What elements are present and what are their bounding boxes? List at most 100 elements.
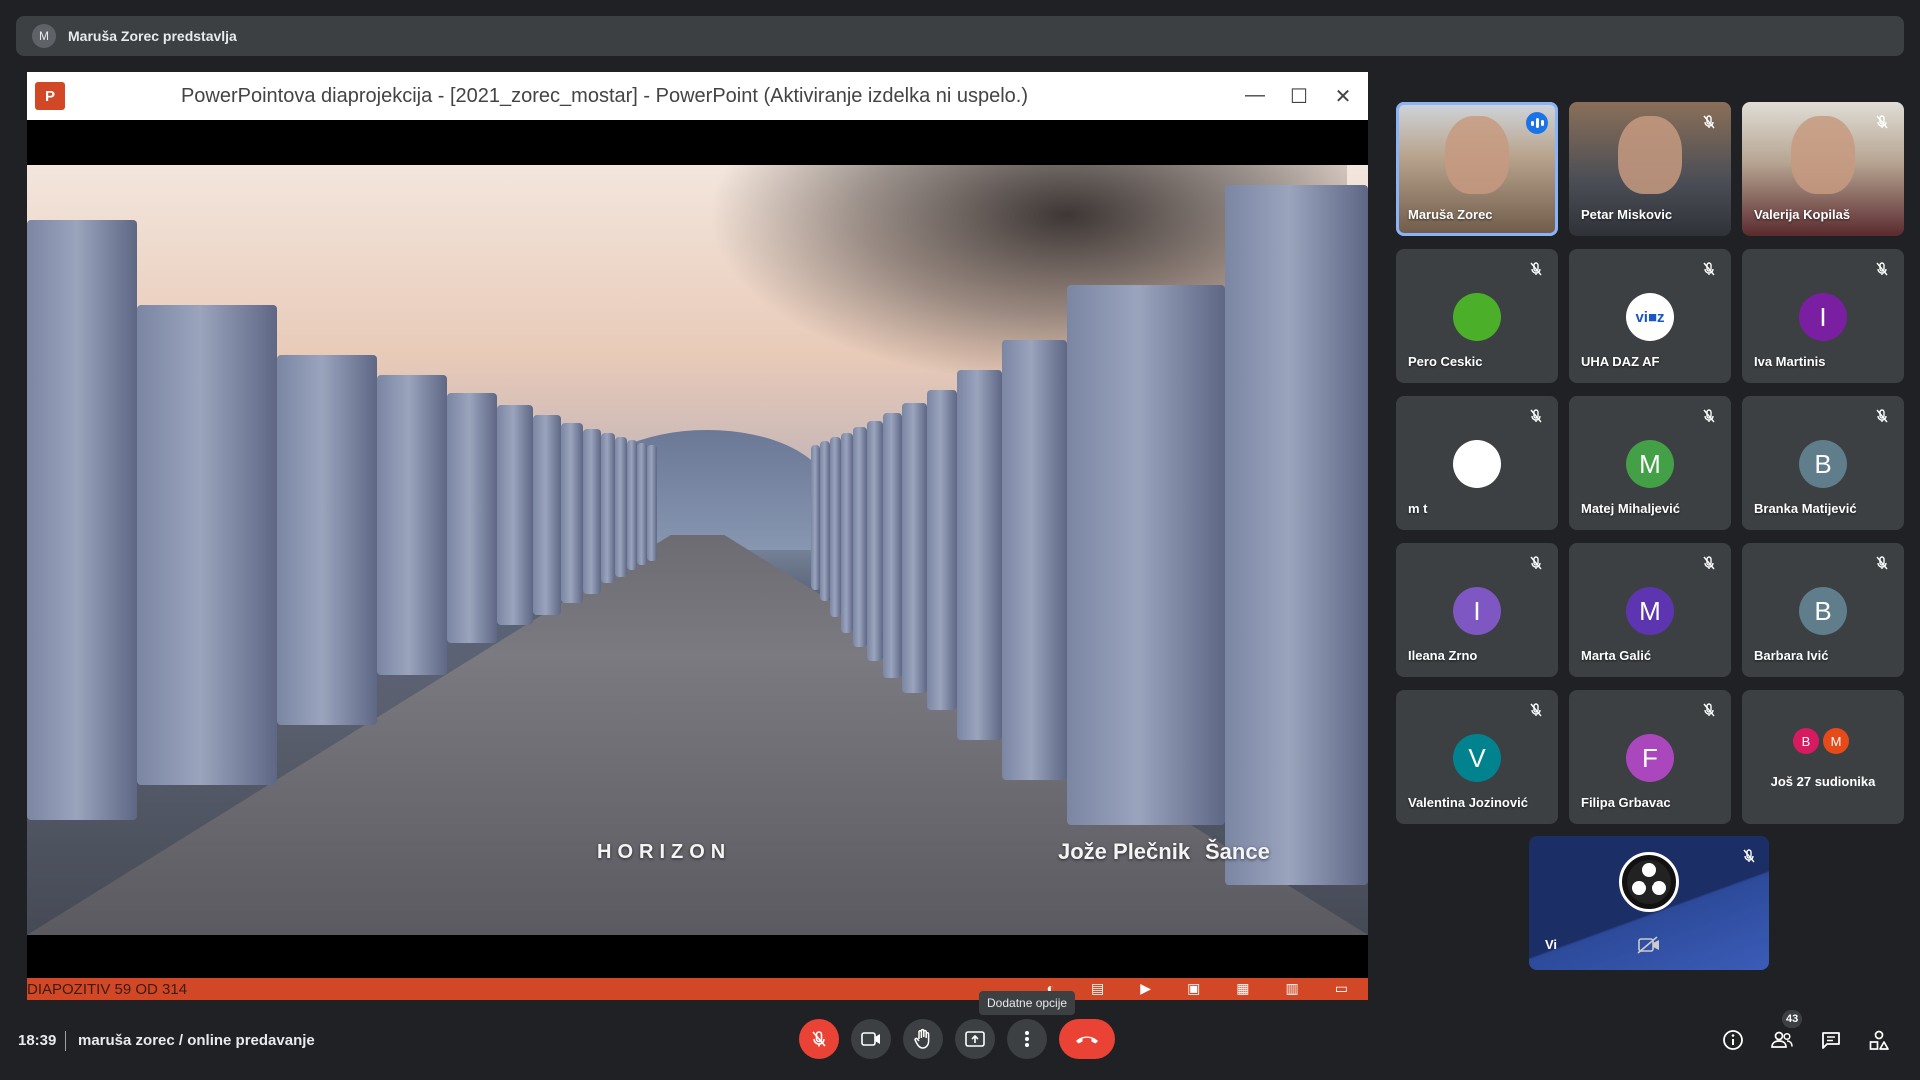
leave-call-button[interactable] — [1059, 1019, 1115, 1059]
mic-off-icon — [1703, 703, 1715, 717]
pillar — [27, 220, 137, 820]
participant-tile[interactable]: B Barbara Ivić — [1742, 543, 1904, 677]
participant-tile[interactable]: I Ileana Zrno — [1396, 543, 1558, 677]
participant-name: Barbara Ivić — [1754, 648, 1829, 663]
speaking-indicator-icon — [1526, 112, 1548, 134]
participant-name: Iva Martinis — [1754, 354, 1826, 369]
pillar — [1225, 185, 1368, 885]
pillar — [811, 445, 820, 590]
avatar: M — [1626, 587, 1674, 635]
participant-tile[interactable]: Petar Miskovic — [1569, 102, 1731, 236]
pillar — [533, 415, 561, 615]
participant-name: Petar Miskovic — [1581, 207, 1673, 222]
more-options-button[interactable] — [1007, 1019, 1047, 1059]
chat-button[interactable] — [1817, 1026, 1845, 1054]
normal-view-icon: ▣ — [1187, 980, 1201, 996]
mic-off-icon — [1876, 556, 1888, 570]
pillar — [853, 427, 867, 647]
participant-video — [1791, 116, 1855, 194]
pillar — [902, 403, 927, 693]
activities-icon — [1869, 1030, 1889, 1050]
pillar — [137, 305, 277, 785]
notes-icon: ▤ — [1091, 980, 1105, 996]
play-icon: ▶ — [1140, 980, 1152, 996]
camera-off-icon — [1637, 936, 1659, 954]
maximize-icon: ☐ — [1290, 85, 1308, 108]
mic-off-icon — [812, 1031, 826, 1047]
shared-screen[interactable]: P PowerPointova diaprojekcija - [2021_zo… — [27, 72, 1368, 1000]
self-view-tile[interactable]: Vi — [1529, 836, 1769, 970]
participant-count-badge: 43 — [1782, 1010, 1803, 1028]
avatar — [1453, 293, 1501, 341]
clock: 18:39 — [18, 1032, 57, 1049]
self-name: Vi — [1545, 937, 1558, 952]
participant-tile[interactable]: M Marta Galić — [1569, 543, 1731, 677]
meeting-details-button[interactable] — [1719, 1026, 1747, 1054]
pillar — [1067, 285, 1225, 825]
meeting-name: maruša zorec / online predavanje — [78, 1032, 315, 1049]
participant-tile[interactable]: V Valentina Jozinović — [1396, 690, 1558, 824]
people-icon — [1771, 1031, 1793, 1048]
present-screen-button[interactable] — [955, 1019, 995, 1059]
slide-sorter-icon: ▦ — [1236, 980, 1250, 996]
participant-video — [1618, 116, 1682, 194]
participant-tile[interactable]: Maruša Zorec — [1396, 102, 1558, 236]
participant-tile[interactable]: B Branka Matijević — [1742, 396, 1904, 530]
camera-toggle-button[interactable] — [851, 1019, 891, 1059]
raise-hand-button[interactable] — [903, 1019, 943, 1059]
participant-video — [1445, 116, 1509, 194]
participant-tile[interactable]: I Iva Martinis — [1742, 249, 1904, 383]
pillar — [830, 437, 841, 617]
pillar — [277, 355, 377, 725]
presenter-avatar: M — [32, 24, 56, 48]
mic-off-icon — [1876, 262, 1888, 276]
mic-off-icon — [1876, 115, 1888, 129]
pillar — [841, 433, 853, 633]
avatar: M — [1823, 728, 1849, 754]
close-icon: ✕ — [1334, 85, 1352, 108]
more-participants-tile[interactable]: B M Još 27 sudionika — [1742, 690, 1904, 824]
participants-button[interactable] — [1768, 1026, 1796, 1054]
mic-off-icon — [1703, 262, 1715, 276]
pillar — [583, 429, 601, 594]
participant-tile[interactable]: m t — [1396, 396, 1558, 530]
participant-name: Valentina Jozinović — [1408, 795, 1528, 810]
more-vert-icon — [1025, 1031, 1029, 1047]
chat-icon — [1822, 1032, 1840, 1049]
participant-name: Matej Mihaljević — [1581, 501, 1680, 516]
minimize-icon: — — [1245, 83, 1265, 106]
pillar — [377, 375, 447, 675]
slideshow-icon: ▭ — [1334, 980, 1348, 996]
avatar — [1453, 440, 1501, 488]
powerpoint-status-bar: DIAPOZITIV 59 OD 314 ◐ ▤ ▶ ▣ ▦ ▥ ▭ — [27, 978, 1368, 1000]
pillar — [561, 423, 583, 603]
mic-off-icon — [1876, 409, 1888, 423]
camera-icon — [861, 1032, 880, 1046]
pillar — [927, 390, 957, 710]
participant-tile[interactable]: M Matej Mihaljević — [1569, 396, 1731, 530]
participant-tile[interactable]: vi■z UHA DAZ AF — [1569, 249, 1731, 383]
mic-toggle-button[interactable] — [799, 1019, 839, 1059]
mic-off-icon — [1703, 115, 1715, 129]
participant-tile[interactable]: F Filipa Grbavac — [1569, 690, 1731, 824]
hand-icon — [914, 1028, 930, 1049]
activities-button[interactable] — [1865, 1026, 1893, 1054]
participant-name: Valerija Kopilaš — [1754, 207, 1851, 222]
avatar: B — [1799, 587, 1847, 635]
participant-name: m t — [1408, 501, 1428, 516]
pillar — [1002, 340, 1067, 780]
participant-name: Filipa Grbavac — [1581, 795, 1671, 810]
slide-label-place: Šance — [1205, 839, 1270, 864]
participant-tile[interactable]: Valerija Kopilaš — [1742, 102, 1904, 236]
mic-off-icon — [1530, 409, 1542, 423]
presenter-label: Maruša Zorec predstavlja — [68, 28, 237, 44]
avatar: F — [1626, 734, 1674, 782]
participant-tile[interactable]: Pero Ceskic — [1396, 249, 1558, 383]
pillar — [820, 441, 830, 601]
slide-image: HORIZON Jože Plečnik Šance — [27, 165, 1368, 935]
more-participants-label: Još 27 sudionika — [1770, 774, 1876, 789]
participant-name: UHA DAZ AF — [1581, 354, 1660, 369]
presenter-banner: M Maruša Zorec predstavlja — [16, 16, 1904, 56]
pillar — [957, 370, 1002, 740]
slide-counter: DIAPOZITIV 59 OD 314 — [27, 980, 188, 998]
